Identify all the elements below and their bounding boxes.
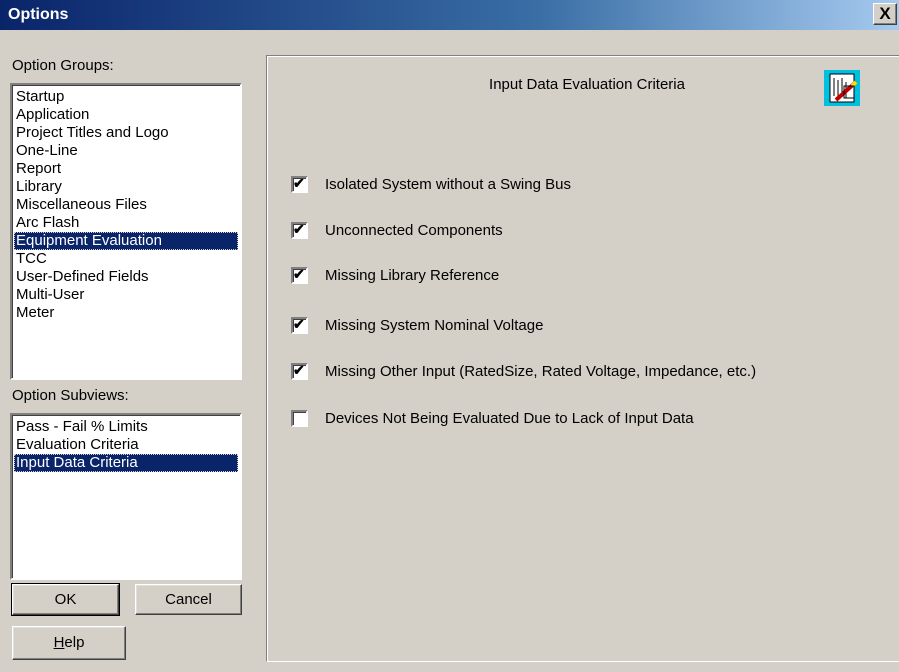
checkbox-label: Missing Other Input (RatedSize, Rated Vo… [325,362,757,380]
help-button[interactable]: Help [12,626,126,660]
checkbox[interactable]: ✔ [291,361,308,380]
close-button[interactable]: X [873,3,897,25]
checkbox[interactable]: ✔ [291,315,308,334]
option-groups-label: Option Groups: [12,57,114,74]
criteria-checkbox-row[interactable]: ✔ Missing System Nominal Voltage [291,316,543,334]
list-item[interactable]: Equipment Evaluation [14,232,238,250]
window-title: Options [8,6,69,23]
checkbox-label: Missing System Nominal Voltage [325,316,544,334]
list-item[interactable]: Miscellaneous Files [14,196,238,214]
list-item[interactable]: One-Line [14,142,238,160]
help-rest: elp [64,634,85,651]
option-subviews-list[interactable]: Pass - Fail % Limits Evaluation Criteria I… [10,413,242,580]
checkmark-icon: ✔ [293,220,305,237]
list-item[interactable]: User-Defined Fields [14,268,238,286]
criteria-checkbox-row[interactable]: Devices Not Being Evaluated Due to Lack … [291,409,694,427]
criteria-checkbox-row[interactable]: ✔ Unconnected Components [291,221,503,239]
list-item[interactable]: TCC [14,250,238,268]
list-item[interactable]: Application [14,106,238,124]
ok-button[interactable]: OK [11,583,120,616]
list-item[interactable]: Project Titles and Logo [14,124,238,142]
panel-title: Input Data Evaluation Criteria [489,76,685,93]
option-groups-list[interactable]: Startup Application Project Titles and Log… [10,83,242,380]
list-item[interactable]: Meter [14,304,238,322]
list-item[interactable]: Report [14,160,238,178]
list-item[interactable]: Library [14,178,238,196]
title-bar: Options [0,0,899,30]
checkbox-label: Missing Library Reference [325,266,500,284]
list-item[interactable]: Multi-User [14,286,238,304]
list-item[interactable]: Input Data Criteria [14,454,238,472]
list-item[interactable]: Evaluation Criteria [14,436,238,454]
checkbox[interactable]: ✔ [291,174,308,193]
list-item[interactable]: Arc Flash [14,214,238,232]
list-item[interactable]: Startup [14,88,238,106]
checkbox[interactable]: ✔ [291,220,308,239]
evaluation-pencil-icon [824,70,860,106]
help-accel: H [53,634,65,651]
checkbox-label: Isolated System without a Swing Bus [325,175,571,193]
cancel-button[interactable]: Cancel [135,584,242,615]
criteria-checkbox-row[interactable]: ✔ Isolated System without a Swing Bus [291,175,571,193]
checkmark-icon: ✔ [293,265,305,282]
checkbox-label: Devices Not Being Evaluated Due to Lack … [325,409,694,427]
checkmark-icon: ✔ [293,361,305,378]
criteria-checkbox-row[interactable]: ✔ Missing Other Input (RatedSize, Rated V… [291,362,756,380]
option-subviews-label: Option Subviews: [12,387,129,404]
checkbox-label: Unconnected Components [325,221,503,239]
checkmark-icon: ✔ [293,315,305,332]
checkbox[interactable] [291,409,308,427]
list-item[interactable]: Pass - Fail % Limits [14,418,238,436]
criteria-checkbox-row[interactable]: ✔ Missing Library Reference [291,266,499,284]
checkbox[interactable]: ✔ [291,265,308,284]
checkmark-icon: ✔ [293,174,305,191]
settings-panel: Input Data Evaluation Criteria [266,55,899,662]
